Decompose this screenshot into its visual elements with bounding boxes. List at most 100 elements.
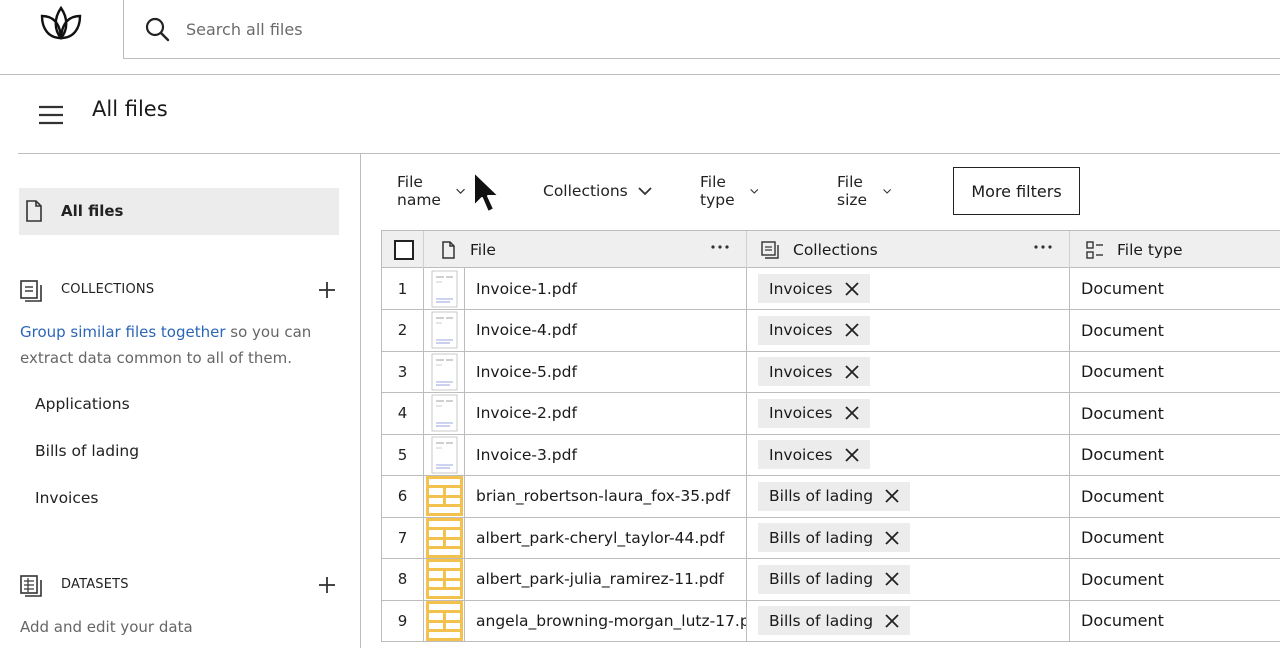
- close-icon[interactable]: [844, 406, 859, 420]
- more-filters-button[interactable]: More filters: [953, 167, 1080, 215]
- file-name[interactable]: Invoice-5.pdf: [465, 351, 747, 392]
- file-name[interactable]: brian_robertson-laura_fox-35.pdf: [465, 475, 747, 517]
- search-input[interactable]: [186, 12, 786, 46]
- file-name[interactable]: Invoice-2.pdf: [465, 392, 747, 434]
- close-icon[interactable]: [885, 530, 899, 545]
- table-row[interactable]: 3 Invoice-5.pdf Invoices Document: [381, 351, 1280, 393]
- row-number: 8: [382, 558, 424, 600]
- file-type-cell: Document: [1081, 486, 1164, 506]
- more-horizontal-icon[interactable]: [1033, 239, 1053, 255]
- close-icon[interactable]: [844, 364, 859, 379]
- sidebar-item-label: All files: [61, 202, 124, 220]
- file-name[interactable]: Invoice-1.pdf: [465, 268, 747, 309]
- collection-tag: Bills of lading: [758, 523, 911, 552]
- row-number: 6: [382, 475, 424, 517]
- invoice-thumbnail-icon: [431, 270, 457, 307]
- datasets-help-text: Add and edit your data: [20, 618, 193, 636]
- collection-tag-label: Bills of lading: [769, 570, 874, 588]
- header-collections[interactable]: Collections: [747, 231, 1070, 268]
- collections-help-text: Group similar files together so you can …: [20, 319, 330, 371]
- filter-file-type[interactable]: File type: [700, 167, 759, 215]
- file-name[interactable]: albert_park-cheryl_taylor-44.pdf: [465, 517, 747, 558]
- table-row[interactable]: 5 Invoice-3.pdf Invoices Document: [381, 434, 1280, 476]
- header-file[interactable]: File: [424, 231, 747, 268]
- search-icon: [145, 17, 170, 42]
- sidebar-item-bills-of-lading[interactable]: Bills of lading: [35, 442, 139, 460]
- file-thumbnail: [424, 434, 465, 475]
- filter-file-size[interactable]: File size: [837, 167, 891, 215]
- row-number: 1: [382, 268, 424, 309]
- file-type-cell: Document: [1081, 528, 1164, 547]
- collection-tag-label: Bills of lading: [769, 611, 874, 630]
- table-row[interactable]: 2 Invoice-4.pdf Invoices Document: [381, 309, 1280, 352]
- sidebar-item-invoices[interactable]: Invoices: [35, 489, 99, 507]
- leaf-logo-icon[interactable]: [38, 4, 84, 44]
- select-all-checkbox[interactable]: [394, 240, 414, 260]
- file-name[interactable]: angela_browning-morgan_lutz-17.pdf: [465, 600, 747, 641]
- table-row[interactable]: 6 brian_robertson-laura_fox-35.pdf Bills…: [381, 475, 1280, 518]
- file-type-cell: Document: [1081, 569, 1164, 589]
- file-thumbnail: [424, 475, 465, 517]
- close-icon[interactable]: [885, 489, 899, 503]
- collections-help-link[interactable]: Group similar files together: [20, 323, 226, 341]
- invoice-thumbnail-icon: [431, 394, 457, 432]
- collection-tag-label: Invoices: [769, 404, 833, 422]
- hamburger-menu-icon[interactable]: [38, 104, 64, 126]
- collection-tag: Bills of lading: [758, 564, 911, 594]
- file-type-cell: Document: [1081, 445, 1164, 464]
- file-type-cell: Document: [1081, 403, 1164, 423]
- invoice-thumbnail-icon: [431, 353, 457, 390]
- bill-thumbnail-icon: [425, 517, 463, 558]
- table-header: File Collections File type: [381, 230, 1280, 268]
- table-row[interactable]: 8 albert_park-julia_ramirez-11.pdf Bills…: [381, 558, 1280, 601]
- table-row[interactable]: 7 albert_park-cheryl_taylor-44.pdf Bills…: [381, 517, 1280, 559]
- sidebar-item-all-files[interactable]: All files: [19, 188, 339, 235]
- close-icon[interactable]: [844, 323, 859, 337]
- header-file-type[interactable]: File type: [1070, 231, 1280, 268]
- top-bar: [0, 0, 1280, 75]
- add-collection-button[interactable]: [318, 281, 336, 299]
- collection-tag: Bills of lading: [758, 606, 911, 635]
- header-select-cell: [382, 231, 424, 268]
- row-number: 3: [382, 351, 424, 392]
- file-thumbnail: [424, 351, 465, 392]
- collection-tag: Invoices: [758, 357, 870, 386]
- document-icon: [26, 200, 42, 222]
- bill-thumbnail-icon: [425, 559, 463, 599]
- collection-tag-label: Invoices: [769, 279, 833, 298]
- collections-label: COLLECTIONS: [61, 282, 155, 297]
- page-header: All files: [18, 75, 1280, 154]
- close-icon[interactable]: [844, 281, 859, 296]
- collection-tag-label: Bills of lading: [769, 487, 874, 505]
- close-icon[interactable]: [844, 447, 859, 462]
- filter-collections[interactable]: Collections: [543, 167, 652, 215]
- row-number: 7: [382, 517, 424, 558]
- file-type-cell: Document: [1081, 279, 1164, 298]
- filter-file-name[interactable]: File name: [397, 167, 465, 215]
- add-dataset-button[interactable]: [318, 576, 336, 594]
- table-row[interactable]: 1 Invoice-1.pdf Invoices Document: [381, 268, 1280, 310]
- file-type-cell: Document: [1081, 320, 1164, 340]
- close-icon[interactable]: [885, 613, 899, 628]
- collection-cell: Bills of lading: [747, 600, 1070, 641]
- collection-cell: Invoices: [747, 351, 1070, 392]
- row-number: 4: [382, 392, 424, 434]
- close-icon[interactable]: [885, 572, 899, 586]
- more-horizontal-icon[interactable]: [710, 239, 730, 255]
- file-name[interactable]: albert_park-julia_ramirez-11.pdf: [465, 558, 747, 600]
- file-name[interactable]: Invoice-3.pdf: [465, 434, 747, 475]
- filter-file-name-label: File name: [397, 173, 441, 209]
- header-collections-label: Collections: [793, 241, 878, 259]
- table-row[interactable]: 4 Invoice-2.pdf Invoices Document: [381, 392, 1280, 435]
- bill-thumbnail-icon: [425, 600, 463, 641]
- file-name[interactable]: Invoice-4.pdf: [465, 309, 747, 351]
- collection-tag-label: Invoices: [769, 362, 833, 381]
- collection-cell: Bills of lading: [747, 558, 1070, 600]
- file-type-cell: Document: [1081, 362, 1164, 381]
- sidebar-item-applications[interactable]: Applications: [35, 395, 130, 413]
- file-type-icon: [1086, 241, 1103, 259]
- collection-tag-label: Invoices: [769, 445, 833, 464]
- file-thumbnail: [424, 268, 465, 309]
- collections-icon: [20, 280, 42, 302]
- table-row[interactable]: 9 angela_browning-morgan_lutz-17.pdf Bil…: [381, 600, 1280, 642]
